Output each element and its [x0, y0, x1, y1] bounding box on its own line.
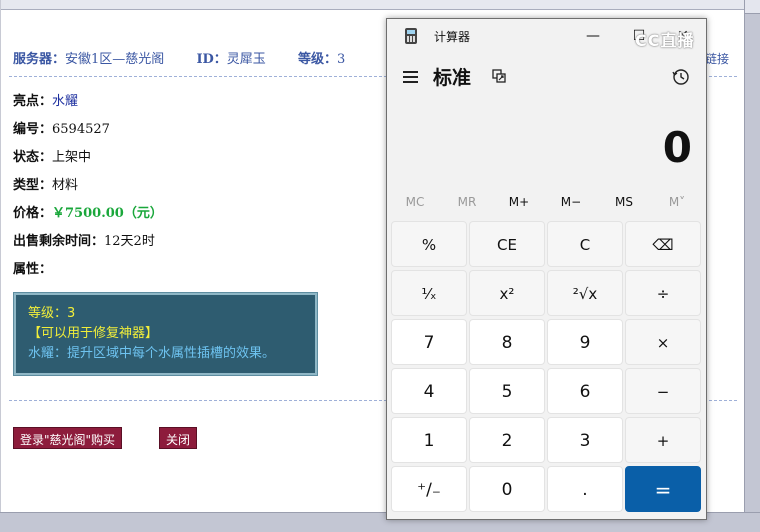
digit-0-key[interactable]: 0 — [469, 466, 545, 512]
digit-8-key[interactable]: 8 — [469, 319, 545, 365]
add-key[interactable]: + — [625, 417, 701, 463]
reciprocal-key[interactable]: ¹⁄ₓ — [391, 270, 467, 316]
clear-entry-key[interactable]: CE — [469, 221, 545, 267]
level-value: 3 — [336, 52, 346, 67]
digit-2-key[interactable]: 2 — [469, 417, 545, 463]
calculator-titlebar[interactable]: 计算器 — ☐ ✕ CC直播 — [387, 19, 706, 53]
equals-key[interactable]: = — [625, 466, 701, 512]
memory-row: MC MR M+ M− MS M˅ — [387, 195, 706, 217]
remaining-time-field: 出售剩余时间：12天2时 — [13, 234, 155, 249]
server-info-row: 服务器：安徽1区—慈光阁 ID：灵犀玉 等级：3 — [13, 48, 373, 67]
highlight-field: 亮点：水耀 — [13, 94, 79, 109]
number-field: 编号：6594527 — [13, 122, 110, 137]
percent-key[interactable]: % — [391, 221, 467, 267]
id-label: ID： — [196, 52, 227, 67]
calculator-window-title: 计算器 — [434, 30, 471, 44]
type-field: 类型：材料 — [13, 178, 79, 193]
memory-store-button[interactable]: MS — [598, 195, 650, 209]
keep-on-top-icon[interactable] — [491, 68, 507, 84]
calculator-header: 标准 — [387, 61, 706, 93]
digit-5-key[interactable]: 5 — [469, 368, 545, 414]
attr-effect: 水耀：提升区域中每个水属性插槽的效果。 — [28, 346, 276, 361]
decimal-key[interactable]: . — [547, 466, 623, 512]
calculator-window: 计算器 — ☐ ✕ CC直播 标准 0 MC MR M+ M− MS M˅ % … — [386, 18, 707, 520]
calculator-mode-title: 标准 — [433, 67, 472, 89]
link-fragment[interactable]: 链接 — [705, 50, 729, 67]
hamburger-menu-icon[interactable] — [401, 67, 421, 87]
divide-key[interactable]: ÷ — [625, 270, 701, 316]
page-top-bar — [1, 0, 745, 10]
memory-subtract-button[interactable]: M− — [545, 195, 597, 209]
calculator-app-icon — [405, 28, 417, 44]
memory-recall-button[interactable]: MR — [441, 195, 493, 209]
server-label: 服务器： — [13, 52, 66, 67]
clear-key[interactable]: C — [547, 221, 623, 267]
id-value: 灵犀玉 — [226, 52, 266, 67]
digit-6-key[interactable]: 6 — [547, 368, 623, 414]
watermark-logo: CC直播 — [635, 31, 695, 50]
attribute-tooltip-box: 等级：3 【可以用于修复神器】 水耀：提升区域中每个水属性插槽的效果。 — [13, 292, 318, 376]
price-field: 价格：￥7500.00（元） — [13, 206, 163, 221]
attributes-field: 属性： — [13, 262, 53, 277]
attr-level: 等级：3 — [28, 306, 76, 321]
attr-repair-note: 【可以用于修复神器】 — [28, 326, 159, 341]
digit-4-key[interactable]: 4 — [391, 368, 467, 414]
digit-7-key[interactable]: 7 — [391, 319, 467, 365]
digit-3-key[interactable]: 3 — [547, 417, 623, 463]
memory-clear-button[interactable]: MC — [389, 195, 441, 209]
server-value: 安徽1区—慈光阁 — [65, 52, 165, 67]
multiply-key[interactable]: × — [625, 319, 701, 365]
minimize-button[interactable]: — — [579, 23, 607, 49]
square-root-key[interactable]: ²√x — [547, 270, 623, 316]
page-scrollbar[interactable] — [744, 0, 760, 532]
negate-key[interactable]: ⁺∕₋ — [391, 466, 467, 512]
history-icon[interactable] — [671, 67, 691, 87]
close-page-button[interactable]: 关闭 — [159, 427, 198, 449]
subtract-key[interactable]: − — [625, 368, 701, 414]
status-field: 状态：上架中 — [13, 150, 92, 165]
level-label: 等级： — [297, 52, 337, 67]
calculator-display: 0 — [662, 123, 692, 172]
backspace-key[interactable]: ⌫ — [625, 221, 701, 267]
memory-list-button[interactable]: M˅ — [651, 195, 703, 209]
digit-1-key[interactable]: 1 — [391, 417, 467, 463]
digit-9-key[interactable]: 9 — [547, 319, 623, 365]
memory-add-button[interactable]: M+ — [493, 195, 545, 209]
login-buy-button[interactable]: 登录"慈光阁"购买 — [13, 427, 123, 449]
square-key[interactable]: x² — [469, 270, 545, 316]
